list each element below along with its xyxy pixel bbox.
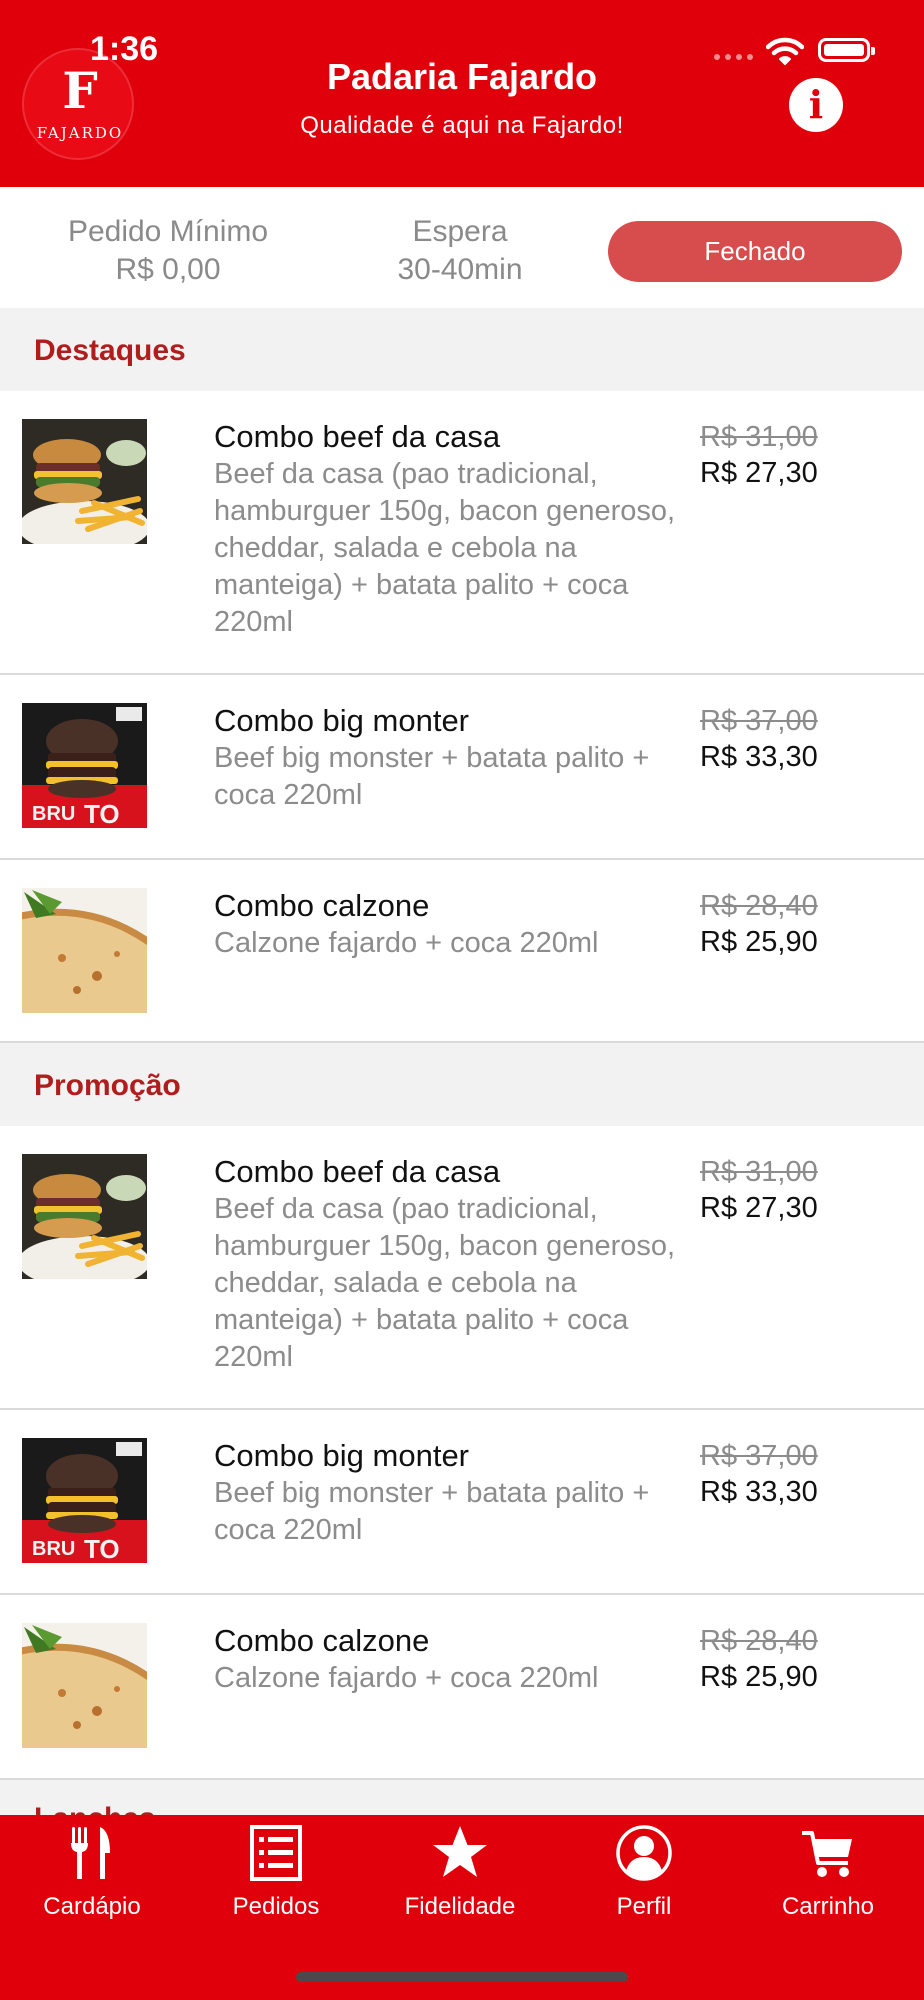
section-header-destaques: Destaques [0, 308, 924, 391]
svg-text:TO: TO [84, 799, 120, 828]
min-order-value: R$ 0,00 [115, 253, 221, 286]
menu-item[interactable]: Combo beef da casa Beef da casa (pao tra… [0, 1126, 924, 1410]
menu-item-description: Beef da casa (pao tradicional, hamburgue… [214, 1193, 676, 1373]
menu-item-old-price: R$ 31,00 [700, 421, 818, 453]
menu-item-name: Combo beef da casa [214, 419, 501, 454]
svg-text:TO: TO [84, 1534, 120, 1563]
menu-item-description: Beef big monster + batata palito + coca … [214, 742, 650, 811]
menu-item[interactable]: BRU TO Combo big monter Beef big monster… [0, 675, 924, 860]
menu-item[interactable]: Combo calzone Calzone fajardo + coca 220… [0, 1595, 924, 1780]
menu-item-price: R$ 33,30 [700, 1476, 818, 1508]
tab-label: Carrinho [781, 1893, 875, 1920]
section-title: Promoção [34, 1069, 181, 1102]
menu-item-old-price: R$ 28,40 [700, 1625, 818, 1657]
menu-item-text: Combo calzone Calzone fajardo + coca 220… [214, 1623, 684, 1697]
menu-item-name: Combo beef da casa [214, 1154, 501, 1189]
home-indicator[interactable] [296, 1972, 628, 1982]
tab-perfil[interactable]: Perfil [552, 1815, 736, 1935]
section-header-lanches: Lanches [0, 1780, 924, 1820]
menu-item-text: Combo big monter Beef big monster + bata… [214, 703, 684, 814]
menu-item-prices: R$ 31,00 R$ 27,30 [700, 1154, 818, 1226]
info-button[interactable]: i [789, 78, 843, 132]
menu-item-price: R$ 27,30 [700, 1192, 818, 1224]
tab-cardapio[interactable]: Cardápio [0, 1815, 184, 1935]
tab-label: Perfil [616, 1893, 672, 1920]
menu-item-prices: R$ 31,00 R$ 27,30 [700, 419, 818, 491]
menu-item-prices: R$ 37,00 R$ 33,30 [700, 1438, 818, 1510]
menu-item-name: Combo big monter [214, 703, 470, 738]
store-status-button[interactable]: Fechado [608, 221, 902, 282]
svg-text:BRU: BRU [32, 803, 75, 825]
menu-item-old-price: R$ 37,00 [700, 1440, 818, 1472]
app-header: F FAJARDO 1:36 Padaria Fajardo Qualidade… [0, 0, 924, 187]
menu-item-old-price: R$ 31,00 [700, 1156, 818, 1188]
user-icon [616, 1825, 672, 1881]
menu-item-text: Combo beef da casa Beef da casa (pao tra… [214, 419, 684, 641]
menu-item-price: R$ 27,30 [700, 457, 818, 489]
tab-carrinho[interactable]: Carrinho [736, 1815, 920, 1935]
section-title: Destaques [34, 334, 186, 367]
svg-text:BRU: BRU [32, 1538, 75, 1560]
list-icon [250, 1825, 302, 1881]
tab-label: Cardápio [43, 1893, 141, 1920]
menu-item-prices: R$ 37,00 R$ 33,30 [700, 703, 818, 775]
menu-item-text: Combo big monter Beef big monster + bata… [214, 1438, 684, 1549]
menu-item-price: R$ 25,90 [700, 926, 818, 958]
wait-time-label: Espera [412, 215, 508, 248]
menu-item-description: Beef big monster + batata palito + coca … [214, 1477, 650, 1546]
star-icon [433, 1826, 487, 1877]
menu-item-prices: R$ 28,40 R$ 25,90 [700, 888, 818, 960]
min-order-label: Pedido Mínimo [67, 215, 269, 248]
big-burger-poster-photo: BRU TO [22, 1438, 147, 1563]
wait-time-value: 30-40min [397, 253, 523, 286]
burger-fries-photo [22, 419, 147, 544]
menu-item[interactable]: Combo calzone Calzone fajardo + coca 220… [0, 860, 924, 1043]
calzone-photo [22, 1623, 147, 1748]
menu-item-name: Combo big monter [214, 1438, 470, 1473]
store-tagline: Qualidade é aqui na Fajardo! [300, 112, 624, 139]
menu-item[interactable]: BRU TO Combo big monter Beef big monster… [0, 1410, 924, 1595]
big-burger-poster-photo: BRU TO [22, 703, 147, 828]
menu-item-old-price: R$ 28,40 [700, 890, 818, 922]
tab-fidelidade[interactable]: Fidelidade [368, 1815, 552, 1935]
menu-item-name: Combo calzone [214, 1623, 430, 1658]
menu-item-text: Combo beef da casa Beef da casa (pao tra… [214, 1154, 684, 1376]
menu-item-description: Beef da casa (pao tradicional, hamburgue… [214, 458, 676, 638]
menu-item-name: Combo calzone [214, 888, 430, 923]
min-order: Pedido Mínimo R$ 0,00 [42, 213, 294, 289]
tab-label: Pedidos [232, 1893, 320, 1920]
store-name: Padaria Fajardo [326, 56, 598, 97]
cart-icon [802, 1831, 852, 1877]
menu-item[interactable]: Combo beef da casa Beef da casa (pao tra… [0, 391, 924, 675]
menu-item-description: Calzone fajardo + coca 220ml [214, 1662, 599, 1694]
burger-fries-photo [22, 1154, 147, 1279]
menu-item-text: Combo calzone Calzone fajardo + coca 220… [214, 888, 684, 962]
menu-item-prices: R$ 28,40 R$ 25,90 [700, 1623, 818, 1695]
menu-item-old-price: R$ 37,00 [700, 705, 818, 737]
tab-pedidos[interactable]: Pedidos [184, 1815, 368, 1935]
tab-label: Fidelidade [404, 1893, 516, 1920]
menu-item-price: R$ 33,30 [700, 741, 818, 773]
menu-item-description: Calzone fajardo + coca 220ml [214, 927, 599, 959]
calzone-photo [22, 888, 147, 1013]
store-info-bar: Pedido Mínimo R$ 0,00 Espera 30-40min Fe… [0, 187, 924, 308]
menu-item-price: R$ 25,90 [700, 1661, 818, 1693]
fork-knife-icon [71, 1827, 110, 1879]
wait-time: Espera 30-40min [335, 213, 585, 289]
section-header-promocao: Promoção [0, 1043, 924, 1126]
